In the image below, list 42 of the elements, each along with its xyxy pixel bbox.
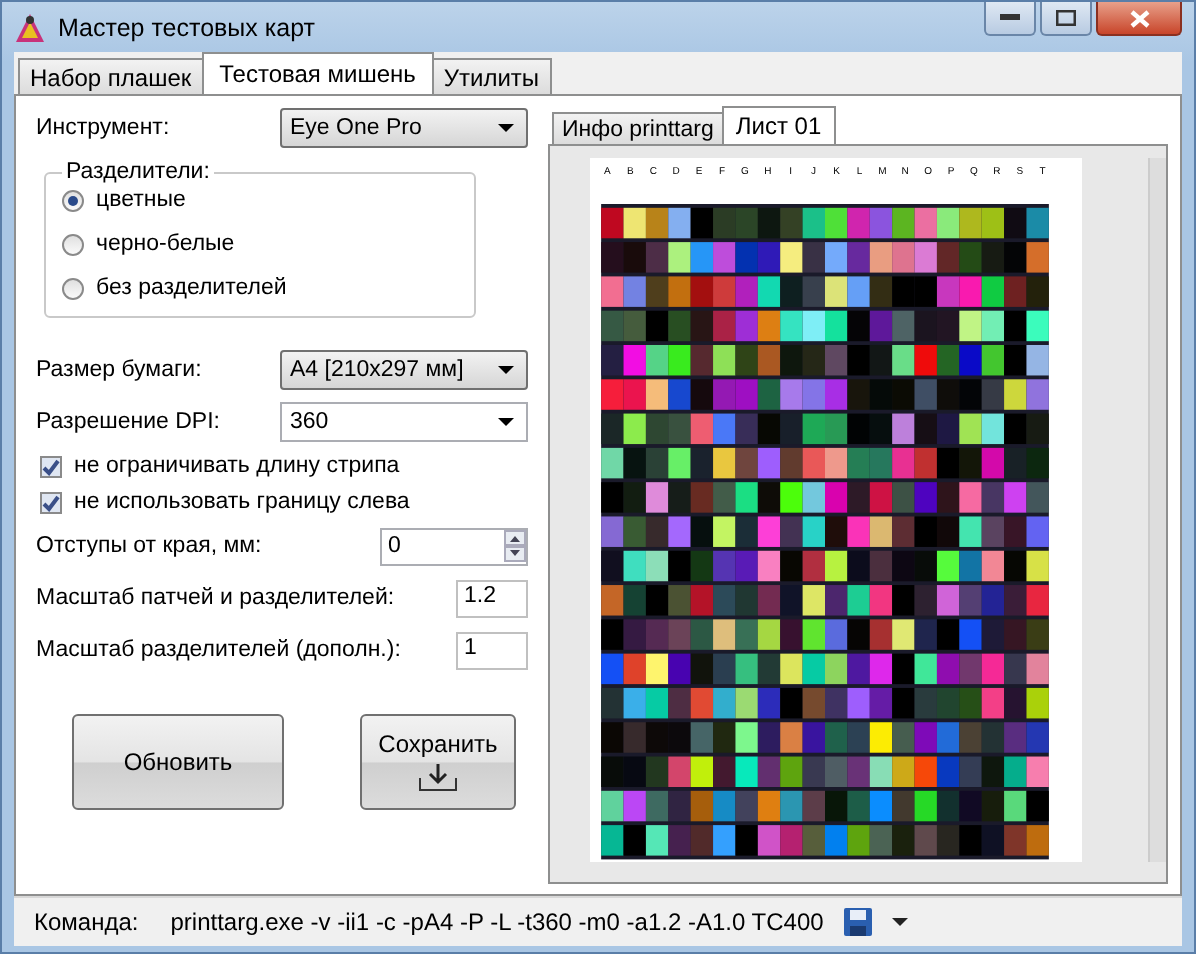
margin-spinbox[interactable]: 0 xyxy=(380,527,528,565)
radio-option[interactable]: цветные xyxy=(62,188,458,212)
checkbox-option[interactable]: не использовать границу слева xyxy=(36,490,528,514)
window-title: Мастер тестовых карт xyxy=(58,13,315,41)
group-title: Разделители: xyxy=(64,160,212,184)
separator-scale-field[interactable]: 1 xyxy=(456,631,528,669)
caret-icon xyxy=(498,366,514,374)
status-label: Команда: xyxy=(34,908,139,936)
patch-scale-field[interactable]: 1.2 xyxy=(456,579,528,617)
checkbox-option[interactable]: не ограничивать длину стрипа xyxy=(36,454,528,478)
field-label: Размер бумаги: xyxy=(36,358,202,382)
field-label: Отступы от края, мм: xyxy=(36,534,262,558)
tab[interactable]: Набор плашек xyxy=(18,58,204,94)
spin-arrows-icon xyxy=(504,530,526,562)
caret-icon[interactable] xyxy=(891,918,908,926)
close-icon xyxy=(1129,9,1149,27)
caret-icon xyxy=(498,124,514,132)
tab[interactable]: Тестовая мишень xyxy=(201,52,434,94)
maximize-icon xyxy=(1056,10,1076,26)
minimize-icon xyxy=(1000,14,1020,22)
field-label: Разрешение DPI: xyxy=(36,410,220,434)
save-button[interactable]: Сохранить xyxy=(360,714,516,810)
caret-icon xyxy=(498,418,514,426)
tab[interactable]: Лист 01 xyxy=(721,106,836,144)
radio-option[interactable]: черно-белые xyxy=(62,232,458,256)
radio-option[interactable]: без разделителей xyxy=(62,276,458,300)
field-label: Инструмент: xyxy=(36,116,170,140)
close-button[interactable] xyxy=(1096,2,1182,36)
scrollbar[interactable] xyxy=(1148,158,1166,862)
field-label: Масштаб патчей и разделителей: xyxy=(36,586,395,610)
minimize-button[interactable] xyxy=(984,2,1036,36)
app-logo-icon xyxy=(14,11,46,43)
paper-size-dropdown[interactable]: A4 [210x297 мм] xyxy=(280,350,528,390)
instrument-dropdown[interactable]: Eye One Pro xyxy=(280,108,528,148)
field-label: Масштаб разделителей (дополн.): xyxy=(36,638,401,662)
save-icon[interactable] xyxy=(843,908,872,936)
command-text: printtarg.exe -v -ii1 -c -pA4 -P -L -t360 -m0 -a1.2 -A1.0 TC400 xyxy=(170,908,824,936)
maximize-button[interactable] xyxy=(1040,2,1092,36)
update-button[interactable]: Обновить xyxy=(72,714,284,810)
dpi-dropdown[interactable]: 360 xyxy=(280,402,528,442)
tab[interactable]: Инфо printtarg xyxy=(552,112,724,144)
tab[interactable]: Утилиты xyxy=(431,58,552,94)
